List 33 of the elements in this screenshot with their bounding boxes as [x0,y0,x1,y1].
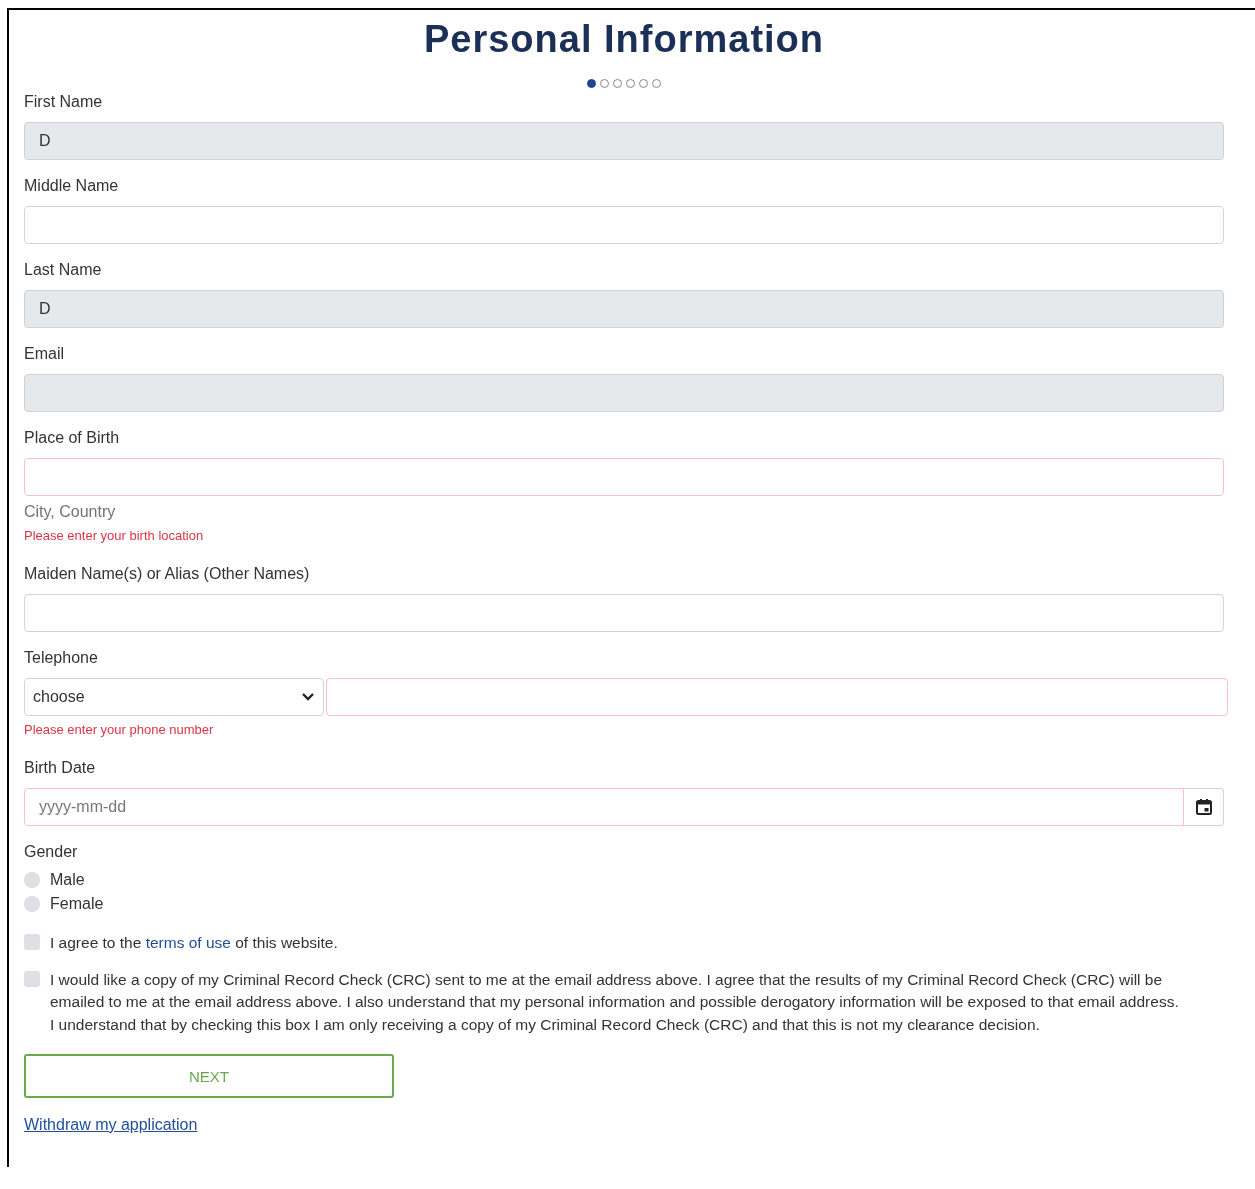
field-label: Gender [24,842,79,862]
error-message: Please enter your birth location [24,528,205,544]
calendar-icon [1194,798,1213,816]
calendar-button[interactable] [1184,788,1224,826]
chevron-down-icon [301,692,315,702]
field-label: Email [24,344,65,364]
radio-label: Male [50,871,85,889]
field-hint: City, Country [24,502,117,522]
radio-button[interactable] [24,896,40,912]
field-label: Birth Date [24,758,97,778]
checkbox[interactable] [24,970,40,987]
country-code-select[interactable]: choose [24,678,324,716]
radio-label: Female [50,895,104,913]
input-field[interactable] [24,594,1224,632]
checkbox[interactable] [24,934,40,950]
field-label: Maiden Name(s) or Alias (Other Names) [24,564,311,584]
agreement-text: I understand that by checking this box I am only receiving a copy of my Criminal Record Check (CRC) and that this is not my clearance decision. [50,1014,1041,1035]
page-title: Personal Information [422,18,826,60]
field-label: Telephone [24,648,99,668]
radio-button[interactable] [24,872,40,888]
field-label: Last Name [24,260,103,280]
field-label: Place of Birth [24,428,121,448]
field-label: Middle Name [24,176,120,196]
input-field[interactable] [24,206,1224,244]
input-field[interactable] [24,458,1224,496]
phone-input[interactable] [326,678,1228,716]
error-message: Please enter your phone number [24,722,215,738]
withdraw-link[interactable]: Withdraw my application [24,1116,198,1134]
field-label: First Name [24,92,104,112]
agreement-text: I would like a copy of my Criminal Record Check (CRC) sent to me at the email address above. I agree that the results of my Criminal Record Check (CRC) will be emailed to me at the email address above. I also understand that my personal information and possible derogatory information will be exposed to that email address. [50,969,1180,1012]
terms-link[interactable]: terms of use [145,934,231,951]
agreement-text: I agree to the terms of use of this website. [50,933,338,953]
date-input[interactable]: yyyy-mm-dd [24,788,1184,826]
